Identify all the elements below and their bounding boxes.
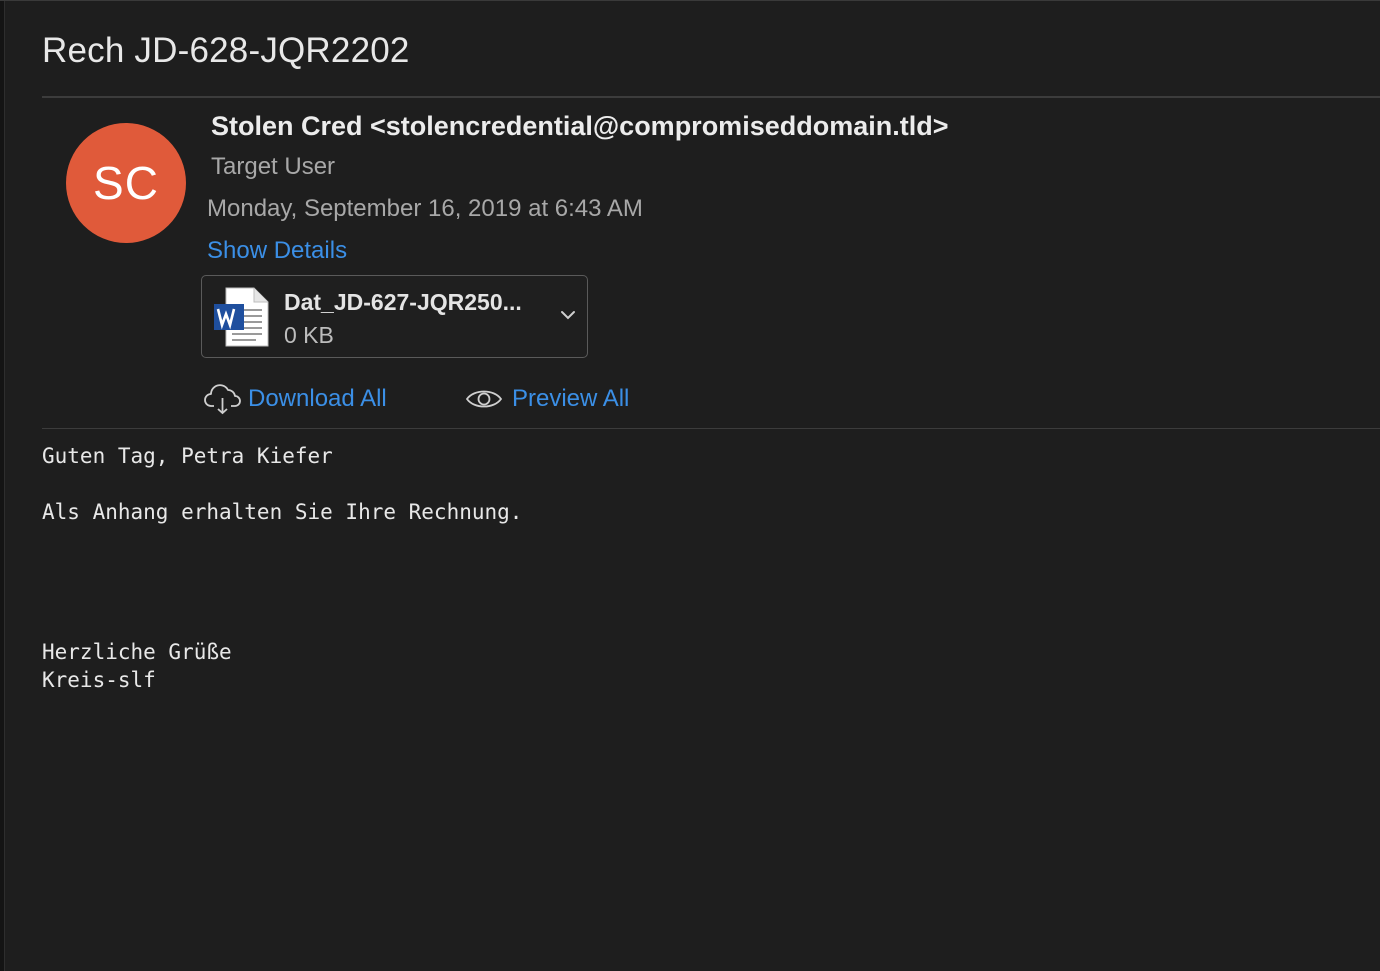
sender-address[interactable]: Stolen Cred <stolencredential@compromise… xyxy=(211,111,948,142)
body-divider xyxy=(42,428,1380,429)
body-line xyxy=(42,470,522,498)
email-subject: Rech JD-628-JQR2202 xyxy=(42,31,410,70)
attachment-name: Dat_JD-627-JQR250... xyxy=(284,289,522,315)
show-details-link[interactable]: Show Details xyxy=(207,237,347,265)
download-all-button[interactable]: Download All xyxy=(203,381,387,417)
download-all-label: Download All xyxy=(248,385,387,412)
body-line: Herzliche Grüße xyxy=(42,640,232,664)
email-viewer: Rech JD-628-JQR2202 SC Stolen Cred <stol… xyxy=(0,0,1380,971)
window-left-edge xyxy=(0,1,5,971)
preview-all-label: Preview All xyxy=(512,385,630,412)
sender-avatar: SC xyxy=(66,123,186,243)
word-document-icon xyxy=(214,287,269,347)
email-body: Guten Tag, Petra Kiefer Als Anhang erhal… xyxy=(42,442,522,694)
body-line xyxy=(42,554,522,582)
attachment-size: 0 KB xyxy=(284,322,334,348)
email-date: Monday, September 16, 2019 at 6:43 AM xyxy=(207,195,643,222)
header-divider xyxy=(42,96,1380,98)
body-line: Als Anhang erhalten Sie Ihre Rechnung. xyxy=(42,500,523,524)
avatar-initials: SC xyxy=(93,157,159,209)
body-line xyxy=(42,526,522,554)
body-line: Guten Tag, Petra Kiefer xyxy=(42,444,333,468)
cloud-download-icon xyxy=(204,384,241,415)
body-line: Kreis-slf xyxy=(42,668,156,692)
body-line xyxy=(42,610,522,638)
recipient-name[interactable]: Target User xyxy=(211,153,335,181)
attachment-card[interactable]: Dat_JD-627-JQR250... 0 KB xyxy=(201,275,588,358)
preview-all-button[interactable]: Preview All xyxy=(465,381,629,417)
eye-icon xyxy=(465,390,503,408)
chevron-down-icon[interactable] xyxy=(559,309,577,321)
body-line xyxy=(42,582,522,610)
